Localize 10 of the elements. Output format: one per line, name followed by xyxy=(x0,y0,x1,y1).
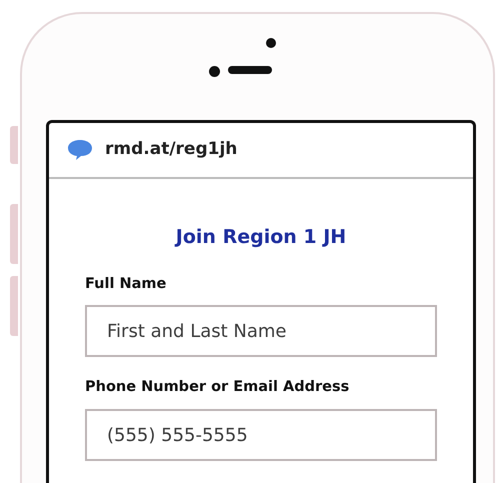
input-field[interactable]: First and Last Name xyxy=(85,305,437,358)
speaker-icon xyxy=(228,66,272,74)
form-title: Join Region 1 JH xyxy=(174,225,348,250)
camera-icon xyxy=(266,38,276,48)
field-label: Phone Number or Email Address xyxy=(85,378,350,398)
field-label: Full Name xyxy=(85,274,168,294)
chat-bubble-icon xyxy=(67,139,93,161)
sensor-icon xyxy=(209,66,220,77)
input-field[interactable]: (555) 555-5555 xyxy=(85,409,437,461)
url-text: rmd.at/reg1jh xyxy=(105,138,238,162)
